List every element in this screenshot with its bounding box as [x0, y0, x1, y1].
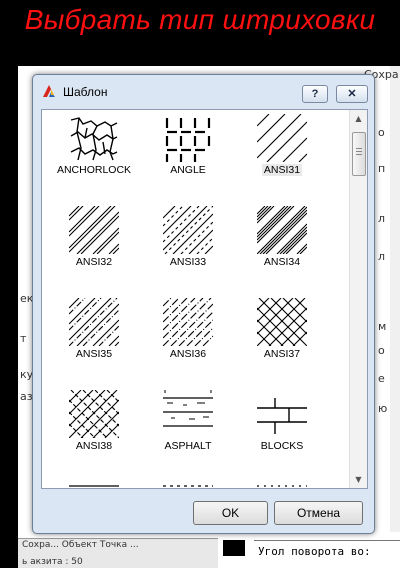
partial-pattern-icon — [163, 485, 213, 487]
ansi35-pattern-icon — [69, 298, 119, 346]
help-button[interactable]: ? — [302, 85, 328, 103]
pattern-next-row-item[interactable] — [47, 478, 141, 488]
asphalt-pattern-icon — [163, 390, 213, 427]
pattern-next-row-item[interactable] — [235, 478, 329, 488]
pattern-label: BLOCKS — [260, 440, 304, 452]
background-left-label: т — [20, 332, 27, 345]
autocad-logo-icon — [43, 85, 55, 97]
scroll-up-arrow-icon[interactable]: ▲ — [350, 110, 367, 127]
pattern-label-selected: ANSI31 — [261, 164, 303, 176]
pattern-label: ANGLE — [170, 164, 206, 176]
pattern-ansi34[interactable]: ANSI34 — [235, 202, 329, 292]
pattern-label: ANCHORLOCK — [56, 164, 132, 176]
pattern-angle[interactable]: ANGLE — [141, 110, 235, 200]
pattern-label: ANSI35 — [75, 348, 113, 360]
background-right-label: е — [378, 372, 385, 385]
pattern-label: ANSI37 — [263, 348, 301, 360]
pattern-label: ANSI34 — [263, 256, 301, 268]
cancel-button[interactable]: Отмена — [274, 501, 363, 525]
background-right-panel — [390, 66, 400, 568]
pattern-ansi31[interactable]: ANSI31 — [235, 110, 329, 200]
pattern-anchorlock[interactable]: ANCHORLOCK — [47, 110, 141, 200]
pattern-label: ANSI32 — [75, 256, 113, 268]
background-right-label: о — [378, 126, 385, 139]
background-command-area: Сохра... Объект Точка ... ь акзита : 50 … — [18, 532, 400, 568]
pattern-label: ASPHALT — [164, 440, 212, 452]
pattern-label: ANSI36 — [169, 348, 207, 360]
background-right-label: л — [378, 212, 386, 225]
background-status-box: Сохра... Объект Точка ... ь акзита : 50 — [18, 538, 218, 568]
blocks-pattern-icon — [257, 398, 307, 434]
background-right-label: л — [378, 250, 386, 263]
background-right-label: м — [378, 320, 387, 333]
scroll-thumb[interactable] — [352, 132, 366, 176]
ansi38-pattern-icon — [69, 390, 119, 438]
vertical-scrollbar[interactable]: ▲ ▼ — [349, 110, 367, 488]
ansi37-pattern-icon — [257, 298, 307, 346]
ansi34-pattern-icon — [257, 206, 307, 254]
pattern-gallery: ANCHORLOCK ANGLE ANSI31 ANSI32 ANSI33 AN… — [41, 109, 368, 489]
pattern-asphalt[interactable]: ASPHALT — [141, 386, 235, 476]
background-right-label: ю — [378, 402, 388, 415]
ansi36-pattern-icon — [163, 298, 213, 346]
pattern-ansi38[interactable]: ANSI38 — [47, 386, 141, 476]
background-left-label: аз — [20, 390, 33, 403]
anchorlock-pattern-icon — [70, 117, 118, 161]
pattern-label: ANSI38 — [75, 440, 113, 452]
pattern-ansi36[interactable]: ANSI36 — [141, 294, 235, 384]
background-black-block — [223, 540, 245, 556]
background-status-small: ь акзита : 50 — [22, 557, 83, 567]
pattern-ansi35[interactable]: ANSI35 — [47, 294, 141, 384]
command-line[interactable]: Угол поворота во: — [254, 540, 400, 564]
ansi33-pattern-icon — [163, 206, 213, 254]
ansi32-pattern-icon — [69, 206, 119, 254]
angle-pattern-icon — [165, 118, 211, 162]
pattern-next-row-item[interactable] — [141, 478, 235, 488]
ansi31-pattern-icon — [257, 114, 307, 162]
background-status-text: Сохра... Объект Точка ... — [22, 540, 139, 550]
ok-button[interactable]: OK — [193, 501, 268, 525]
pattern-ansi32[interactable]: ANSI32 — [47, 202, 141, 292]
dialog-titlebar[interactable]: Шаблон ? ✕ — [33, 75, 374, 107]
dialog-title: Шаблон — [63, 85, 108, 99]
partial-pattern-icon — [69, 485, 119, 487]
background-right-label: п — [378, 162, 386, 175]
pattern-ansi33[interactable]: ANSI33 — [141, 202, 235, 292]
background-right-label: о — [378, 344, 385, 357]
hatch-pattern-dialog: Шаблон ? ✕ ANCHORLOCK ANGLE ANSI31 ANSI3… — [32, 74, 375, 534]
partial-pattern-icon — [257, 485, 307, 487]
caption-title: Выбрать тип штриховки — [24, 4, 376, 35]
pattern-blocks[interactable]: BLOCKS — [235, 386, 329, 476]
scroll-down-arrow-icon[interactable]: ▼ — [350, 471, 367, 488]
close-button[interactable]: ✕ — [336, 85, 368, 103]
pattern-label: ANSI33 — [169, 256, 207, 268]
pattern-ansi37[interactable]: ANSI37 — [235, 294, 329, 384]
